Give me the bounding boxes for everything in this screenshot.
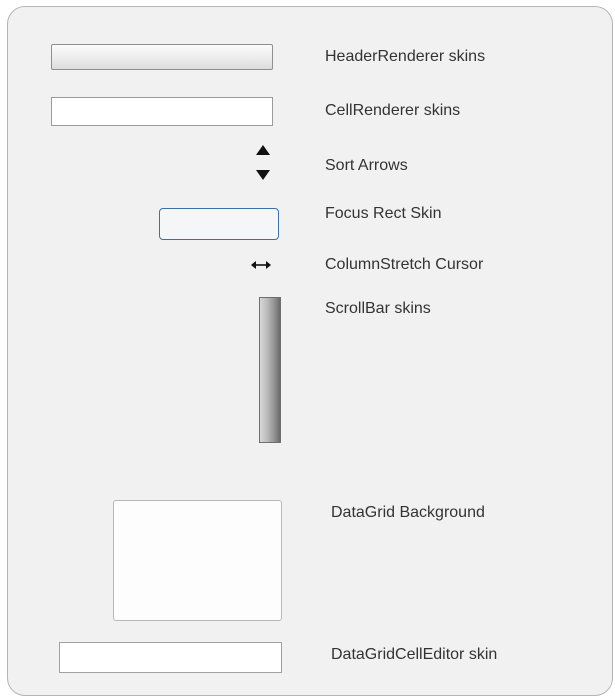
column-stretch-cursor-label: ColumnStretch Cursor	[325, 256, 484, 273]
header-renderer-label: HeaderRenderer skins	[325, 48, 486, 65]
sort-arrows-label: Sort Arrows	[325, 157, 408, 174]
header-renderer-skin-preview	[51, 44, 273, 70]
scrollbar-skin-preview	[259, 297, 281, 443]
datagrid-background-label: DataGrid Background	[331, 504, 485, 521]
scrollbar-label: ScrollBar skins	[325, 300, 431, 317]
cell-renderer-skin-preview	[51, 97, 273, 126]
datagrid-cell-editor-skin-preview	[59, 642, 282, 673]
cell-renderer-label: CellRenderer skins	[325, 102, 461, 119]
focus-rect-skin-preview	[159, 208, 279, 240]
double-arrow-horizontal-icon	[251, 261, 271, 269]
datagrid-cell-editor-label: DataGridCellEditor skin	[331, 646, 498, 663]
datagrid-background-preview	[113, 500, 282, 621]
focus-rect-label: Focus Rect Skin	[325, 205, 442, 222]
sort-arrows-icon	[256, 145, 270, 180]
